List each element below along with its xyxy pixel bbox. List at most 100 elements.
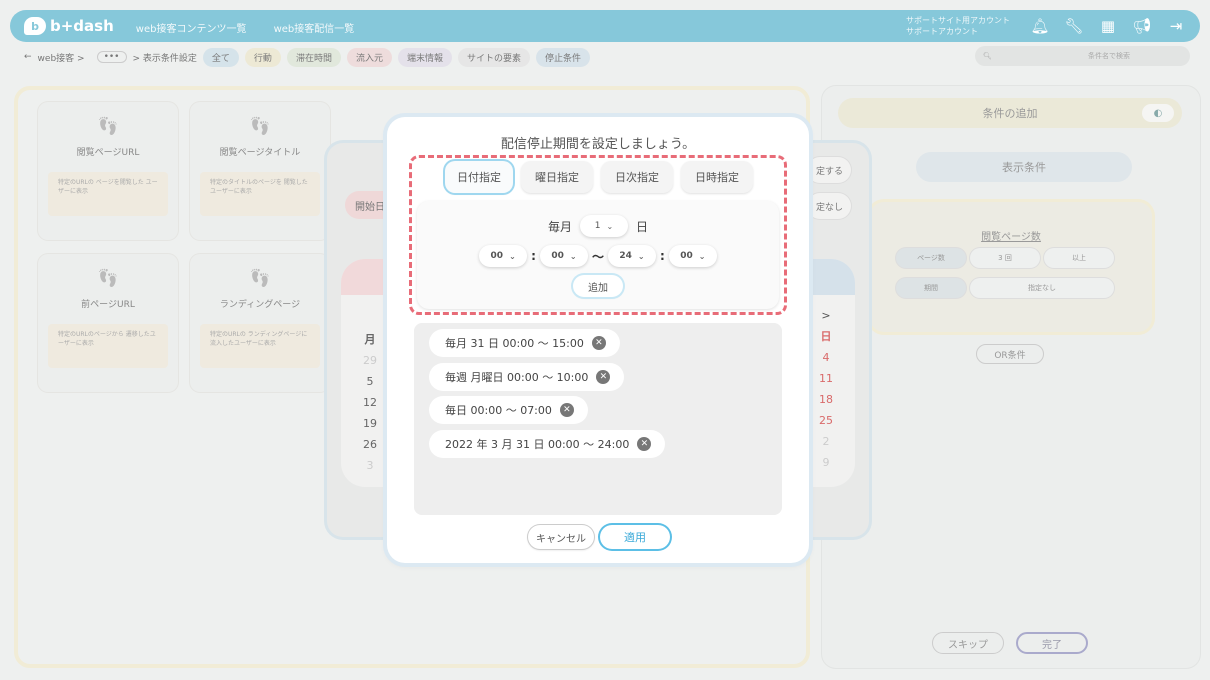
pages-count-select[interactable]: 3 回: [970, 248, 1040, 268]
unset-button[interactable]: 定なし: [807, 193, 851, 219]
logo[interactable]: b b+dash: [24, 17, 114, 35]
card-title: 閲覧ページタイトル: [219, 148, 301, 158]
logo-mark-icon: b: [24, 17, 46, 35]
colon-separator: :: [531, 249, 536, 263]
chevron-down-icon: ⌄: [509, 251, 516, 261]
period-list: 毎月 31 日 00:00 〜 15:00 ✕ 毎週 月曜日 00:00 〜 1…: [414, 323, 782, 515]
breadcrumb-web[interactable]: web接客 >: [38, 51, 85, 64]
start-hour-select[interactable]: 00 ⌄: [479, 245, 528, 267]
wrench-icon[interactable]: 🔧︎: [1064, 16, 1084, 36]
chevron-down-icon: ⌄: [569, 251, 577, 261]
condition-card[interactable]: 👣︎ 閲覧ページURL 特定のURLの ページを閲覧した ユーザーに表示: [38, 102, 178, 240]
grid-icon[interactable]: ▦: [1098, 16, 1118, 36]
account-line2: サポートアカウント: [906, 27, 978, 36]
time-row: 00 ⌄ : 00 ⌄ 〜 24 ⌄ : 00 ⌄: [417, 245, 779, 267]
list-item: 2022 年 3 月 31 日 00:00 〜 24:00 ✕: [429, 430, 666, 458]
breadcrumb-more-button[interactable]: •••: [96, 51, 127, 63]
skip-button[interactable]: スキップ: [932, 632, 1004, 654]
nav-contents-list[interactable]: web接客コンテンツ一覧: [136, 24, 247, 35]
chevron-down-icon: ⌄: [606, 221, 614, 231]
tab-daily[interactable]: 日次指定: [601, 161, 673, 193]
list-item: 毎週 月曜日 00:00 〜 10:00 ✕: [429, 363, 625, 391]
shield-icon[interactable]: ◐: [1142, 104, 1174, 122]
close-icon[interactable]: ✕: [596, 370, 611, 384]
condition-card[interactable]: 👣︎ ランディングページ 特定のURLの ランディングページに 流入したユーザー…: [190, 254, 330, 392]
back-arrow-icon[interactable]: ←: [24, 52, 32, 62]
filter-chip-stay[interactable]: 滞在時間: [286, 47, 341, 67]
megaphone-icon[interactable]: 📢︎: [1132, 16, 1152, 36]
search-icon: 🔍︎: [983, 52, 992, 60]
end-minute-select[interactable]: 00 ⌄: [668, 245, 717, 267]
calendar-day[interactable]: 12: [355, 392, 385, 413]
close-icon[interactable]: ✕: [637, 437, 652, 451]
list-item-text: 毎週 月曜日 00:00 〜 10:00: [445, 371, 589, 384]
account-line1: サポートサイト用アカウント: [906, 16, 1010, 25]
calendar-day[interactable]: 29: [355, 350, 385, 371]
logo-text: b+dash: [50, 17, 114, 35]
calendar-day[interactable]: 11: [811, 368, 841, 389]
calendar-day[interactable]: 4: [811, 347, 841, 368]
filter-chip-stop[interactable]: 停止条件: [536, 47, 591, 67]
apply-button[interactable]: 適用: [600, 525, 670, 549]
filter-chip-site-element[interactable]: サイトの要素: [457, 47, 530, 67]
condition-box: 閲覧ページ数 ページ数 3 回 以上 期間 指定なし: [870, 202, 1152, 332]
add-button[interactable]: 追加: [573, 275, 623, 297]
calendar-day[interactable]: 25: [811, 410, 841, 431]
calendar-day[interactable]: 9: [811, 452, 841, 473]
card-desc: 特定のURLのページから 遷移したユーザーに表示: [48, 324, 168, 368]
day-select[interactable]: 1 ⌄: [580, 215, 628, 237]
or-condition-button[interactable]: OR条件: [976, 344, 1044, 364]
panel-header-title: 条件の追加: [982, 107, 1038, 120]
end-hour-value: 24: [619, 251, 632, 261]
filter-chip-device[interactable]: 端末情報: [397, 47, 452, 67]
bell-icon[interactable]: 🔔︎: [1030, 16, 1050, 36]
colon-separator: :: [660, 249, 665, 263]
logout-icon[interactable]: ⇥: [1166, 16, 1186, 36]
pages-compare-select[interactable]: 以上: [1044, 248, 1114, 268]
footprint-icon: 👣︎: [96, 268, 120, 289]
calendar-day[interactable]: 3: [355, 455, 385, 476]
card-title: 閲覧ページURL: [76, 148, 140, 158]
calendar-header-sun: 日: [820, 330, 832, 343]
search-input[interactable]: 🔍︎ 条件名で検索: [975, 46, 1190, 66]
calendar-day[interactable]: 2: [811, 431, 841, 452]
nav-delivery-list[interactable]: web接客配信一覧: [274, 24, 355, 35]
end-hour-select[interactable]: 24 ⌄: [608, 245, 656, 267]
filter-chip-inflow[interactable]: 流入元: [346, 47, 392, 67]
calendar-day[interactable]: 18: [811, 389, 841, 410]
list-item-text: 毎月 31 日 00:00 〜 15:00: [445, 337, 584, 350]
tab-date[interactable]: 日付指定: [445, 161, 513, 193]
search-placeholder: 条件名で検索: [1088, 52, 1130, 60]
condition-add-panel: 条件の追加 ◐ 表示条件 閲覧ページ数 ページ数 3 回 以上 期間 指定なし …: [822, 86, 1200, 668]
close-icon[interactable]: ✕: [591, 336, 606, 350]
set-button[interactable]: 定する: [807, 157, 851, 183]
done-button[interactable]: 完了: [1016, 632, 1088, 654]
day-suffix-label: 日: [636, 219, 649, 234]
card-desc: 特定のURLの ランディングページに 流入したユーザーに表示: [200, 324, 320, 368]
tab-weekday[interactable]: 曜日指定: [521, 161, 593, 193]
filter-chip-action[interactable]: 行動: [244, 47, 281, 67]
filter-chip-all[interactable]: 全て: [202, 47, 239, 67]
list-item-text: 毎日 00:00 〜 07:00: [445, 404, 552, 417]
start-minute-value: 00: [551, 251, 564, 261]
period-select[interactable]: 指定なし: [970, 278, 1114, 298]
start-minute-select[interactable]: 00 ⌄: [539, 245, 588, 267]
breadcrumb-current: > 表示条件設定: [132, 53, 197, 64]
condition-box-label[interactable]: 閲覧ページ数: [870, 228, 1152, 243]
calendar-next-icon[interactable]: >: [811, 305, 841, 326]
condition-row-pages: ページ数 3 回 以上: [896, 248, 1114, 268]
list-item: 毎月 31 日 00:00 〜 15:00 ✕: [429, 329, 620, 357]
tab-datetime[interactable]: 日時指定: [681, 161, 753, 193]
close-icon[interactable]: ✕: [559, 403, 574, 417]
condition-card[interactable]: 👣︎ 閲覧ページタイトル 特定のタイトルのページを 閲覧したユーザーに表示: [190, 102, 330, 240]
day-select-value: 1: [594, 221, 601, 231]
panel-header: 条件の追加 ◐: [838, 98, 1182, 128]
period-label: 期間: [896, 278, 966, 298]
calendar-day[interactable]: 26: [355, 434, 385, 455]
account-info[interactable]: サポートサイト用アカウント サポートアカウント: [906, 15, 1010, 37]
calendar-day[interactable]: 19: [355, 413, 385, 434]
calendar-day[interactable]: 5: [355, 371, 385, 392]
cancel-button[interactable]: キャンセル: [528, 525, 594, 549]
top-nav: web接客コンテンツ一覧 web接客配信一覧: [136, 17, 376, 36]
condition-card[interactable]: 👣︎ 前ページURL 特定のURLのページから 遷移したユーザーに表示: [38, 254, 178, 392]
